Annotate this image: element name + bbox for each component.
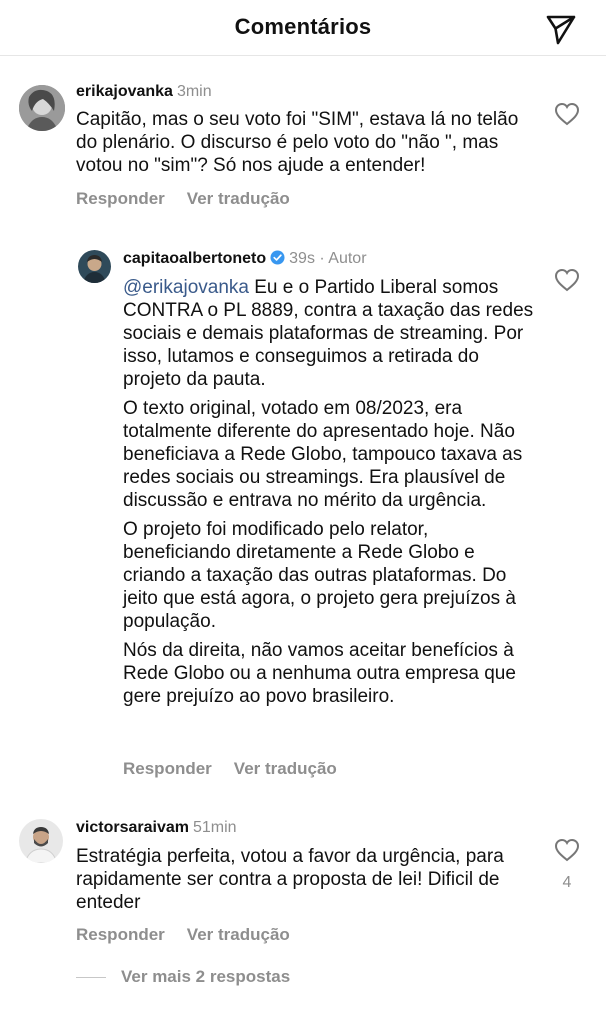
avatar[interactable] — [19, 85, 65, 131]
verified-badge-icon — [270, 250, 285, 265]
timestamp: 39s — [289, 250, 315, 267]
comment-paragraph: Nós da direita, não vamos aceitar benefí… — [123, 640, 516, 707]
comment-meta: erikajovanka 3min — [76, 83, 212, 101]
username[interactable]: victorsaraivam — [76, 819, 189, 836]
reply-button[interactable]: Responder — [76, 189, 165, 208]
heart-icon[interactable] — [554, 838, 580, 862]
comment-meta: victorsaraivam 51min — [76, 819, 237, 837]
comment-paragraph: O projeto foi modificado pelo relator, b… — [123, 519, 516, 632]
username[interactable]: capitaoalbertoneto — [123, 250, 266, 267]
avatar[interactable] — [78, 250, 111, 283]
comment-text: @erikajovanka Eu e o Partido Liberal som… — [123, 276, 541, 714]
view-more-replies-button[interactable]: Ver mais 2 respostas — [121, 967, 290, 987]
mention-link[interactable]: @erikajovanka — [123, 277, 249, 298]
divider — [76, 977, 106, 978]
heart-icon[interactable] — [554, 102, 580, 126]
reply-button[interactable]: Responder — [76, 925, 165, 944]
comment-actions: Responder Ver tradução — [123, 759, 359, 779]
translate-button[interactable]: Ver tradução — [234, 759, 337, 778]
comment-paragraph: O texto original, votado em 08/2023, era… — [123, 398, 523, 511]
username[interactable]: erikajovanka — [76, 83, 173, 100]
translate-button[interactable]: Ver tradução — [187, 189, 290, 208]
reply-button[interactable]: Responder — [123, 759, 212, 778]
like-count: 4 — [562, 874, 572, 891]
timestamp: 51min — [192, 819, 237, 836]
paper-plane-icon[interactable] — [544, 11, 578, 45]
comment-actions: Responder Ver tradução — [76, 189, 312, 209]
header: Comentários — [0, 0, 606, 56]
avatar[interactable] — [19, 819, 63, 863]
translate-button[interactable]: Ver tradução — [187, 925, 290, 944]
heart-icon[interactable] — [554, 268, 580, 292]
page-title: Comentários — [234, 14, 372, 39]
comment-text: Estratégia perfeita, votou a favor da ur… — [76, 846, 504, 913]
comment-actions: Responder Ver tradução — [76, 925, 312, 945]
timestamp: 3min — [176, 83, 212, 100]
comment-meta: capitaoalbertoneto 39s · Autor — [123, 250, 367, 268]
comment-paragraph: @erikajovanka Eu e o Partido Liberal som… — [123, 277, 534, 390]
comment-text: Capitão, mas o seu voto foi "SIM", estav… — [76, 109, 519, 176]
author-label: · Autor — [319, 250, 367, 267]
